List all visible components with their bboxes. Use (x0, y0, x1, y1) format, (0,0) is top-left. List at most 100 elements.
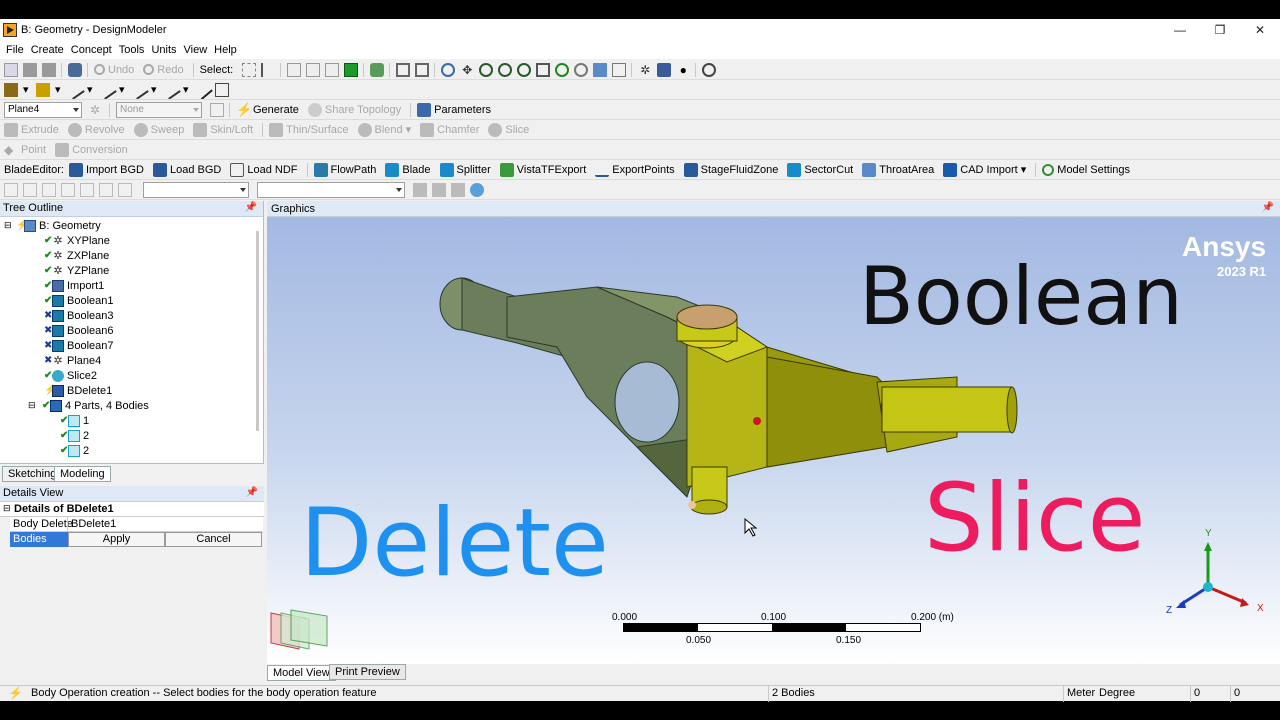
zoom-to-fit-icon[interactable] (536, 62, 551, 77)
tool-icon[interactable] (42, 182, 56, 197)
tree-item[interactable]: ✔ Slice2 (44, 368, 97, 383)
tool-icon[interactable] (413, 182, 427, 197)
tool-icon[interactable] (432, 182, 446, 197)
extrude-button[interactable]: Extrude (4, 122, 59, 137)
vistatfexport-button[interactable]: VistaTFExport (499, 162, 586, 177)
tree-item[interactable]: ✖ Boolean7 (44, 338, 114, 353)
box-select-2-icon[interactable] (415, 62, 430, 77)
undo-button[interactable]: Undo (94, 64, 134, 76)
close-button[interactable]: ✕ (1240, 19, 1280, 41)
blend-button[interactable]: Blend ▾ (357, 122, 411, 137)
blade-button[interactable]: Blade (385, 162, 431, 177)
save-icon[interactable] (23, 62, 37, 77)
share-topology-button[interactable]: Share Topology (307, 102, 401, 117)
select-point-icon[interactable] (287, 62, 302, 77)
tree-item[interactable]: ✖ ✲ Plane4 (44, 353, 101, 368)
cancel-button[interactable]: Cancel (165, 532, 262, 547)
next-view-icon[interactable] (593, 62, 608, 77)
load-bgd-button[interactable]: Load BGD (153, 162, 221, 177)
tool-icon[interactable] (99, 182, 113, 197)
bodies-field[interactable]: Bodies (10, 532, 68, 547)
dimension-icon[interactable] (65, 80, 85, 99)
collapse-icon[interactable]: ⊟ (28, 400, 42, 411)
help-icon[interactable] (702, 62, 717, 77)
menu-file[interactable]: File (6, 44, 24, 56)
point-button[interactable]: ◆ Point (4, 143, 46, 157)
screenshot-icon[interactable] (68, 62, 82, 77)
extend-selection-icon[interactable] (370, 62, 385, 77)
pan-icon[interactable]: ✥ (460, 63, 474, 77)
vertex-icon[interactable] (161, 80, 181, 99)
sectorcut-button[interactable]: SectorCut (787, 162, 853, 177)
menu-concept[interactable]: Concept (71, 44, 112, 56)
collapse-icon[interactable]: ⊟ (3, 503, 11, 514)
select-edge-icon[interactable] (306, 62, 321, 77)
stagefluidzone-button[interactable]: StageFluidZone (683, 162, 778, 177)
select-filter-icon[interactable] (261, 62, 275, 77)
display-model-icon[interactable] (36, 82, 50, 97)
dot-icon[interactable]: ● (676, 63, 690, 77)
menu-create[interactable]: Create (31, 44, 64, 56)
dropdown-arrow-icon[interactable]: ▾ (119, 83, 127, 97)
dropdown-arrow-icon[interactable]: ▾ (55, 83, 63, 97)
zoom-fit-icon[interactable] (517, 62, 532, 77)
restore-button[interactable]: ❐ (1200, 19, 1240, 41)
sweep-button[interactable]: Sweep (133, 122, 184, 137)
save-as-icon[interactable] (42, 62, 56, 77)
plane-combo[interactable]: Plane4 (4, 101, 82, 118)
exportpoints-button[interactable]: ExportPoints (595, 163, 675, 177)
tree-scrollbar[interactable] (256, 231, 259, 431)
skin-loft-button[interactable]: Skin/Loft (193, 122, 253, 137)
dropdown-arrow-icon[interactable]: ▾ (183, 83, 191, 97)
new-icon[interactable] (4, 62, 18, 77)
select-face-icon[interactable] (325, 62, 340, 77)
blade-combo-2[interactable] (257, 181, 405, 198)
measure-icon[interactable] (215, 82, 229, 97)
tree-item-body[interactable]: ✔ 2 (60, 443, 89, 458)
pin-icon[interactable] (193, 80, 213, 99)
throatarea-button[interactable]: ThroatArea (862, 162, 934, 177)
menu-units[interactable]: Units (151, 44, 176, 56)
tool-icon[interactable] (118, 182, 132, 197)
tab-modeling[interactable]: Modeling (54, 466, 111, 482)
parameters-button[interactable]: Parameters (417, 102, 491, 117)
dropdown-arrow-icon[interactable]: ▾ (151, 83, 159, 97)
tree-item-root[interactable]: ⊟ ⚡ B: Geometry (4, 218, 101, 233)
tree-item[interactable]: ✖ Boolean3 (44, 308, 114, 323)
model-settings-button[interactable]: Model Settings (1042, 163, 1130, 176)
flowpath-button[interactable]: FlowPath (313, 162, 376, 177)
conversion-button[interactable]: Conversion (55, 142, 128, 157)
redo-button[interactable]: Redo (143, 64, 184, 76)
axis-icon[interactable]: ✲ (638, 63, 652, 77)
import-bgd-button[interactable]: Import BGD (68, 162, 144, 177)
tree-item[interactable]: ✔ ✲ ZXPlane (44, 248, 109, 263)
menu-tools[interactable]: Tools (119, 44, 145, 56)
apply-button[interactable]: Apply (68, 532, 165, 547)
splitter-button[interactable]: Splitter (439, 162, 491, 177)
point-snap-icon[interactable] (129, 80, 149, 99)
tool-icon[interactable] (61, 182, 75, 197)
new-plane-icon[interactable]: ✲ (90, 103, 104, 117)
previous-view-icon[interactable] (574, 62, 589, 77)
line-icon[interactable] (97, 80, 117, 99)
rotate-icon[interactable] (441, 62, 456, 77)
tool-icon[interactable] (23, 182, 37, 197)
tree-item[interactable]: ✔ Boolean1 (44, 293, 114, 308)
select-body-icon[interactable] (344, 62, 359, 77)
dropdown-arrow-icon[interactable]: ▾ (87, 83, 95, 97)
menu-help[interactable]: Help (214, 44, 237, 56)
pin-icon[interactable]: 📌 (1262, 202, 1274, 213)
slice-button[interactable]: Slice (488, 122, 529, 137)
pin-icon[interactable]: 📌 (246, 487, 258, 498)
zoom-box-icon[interactable] (498, 62, 513, 77)
tool-icon[interactable] (4, 182, 18, 197)
zoom-icon[interactable] (479, 62, 494, 77)
menu-view[interactable]: View (184, 44, 208, 56)
tree-item-body[interactable]: ✔ 2 (60, 428, 89, 443)
tree-item[interactable]: ⚡ BDelete1 (44, 383, 112, 398)
tab-print-preview[interactable]: Print Preview (329, 664, 406, 680)
new-sketch-icon[interactable] (210, 102, 224, 117)
graphics-viewport[interactable]: Ansys 2023 R1 Boolean Delete Slice 0.000… (267, 217, 1280, 664)
generate-button[interactable]: ⚡ Generate (236, 102, 299, 117)
chamfer-button[interactable]: Chamfer (420, 122, 479, 137)
